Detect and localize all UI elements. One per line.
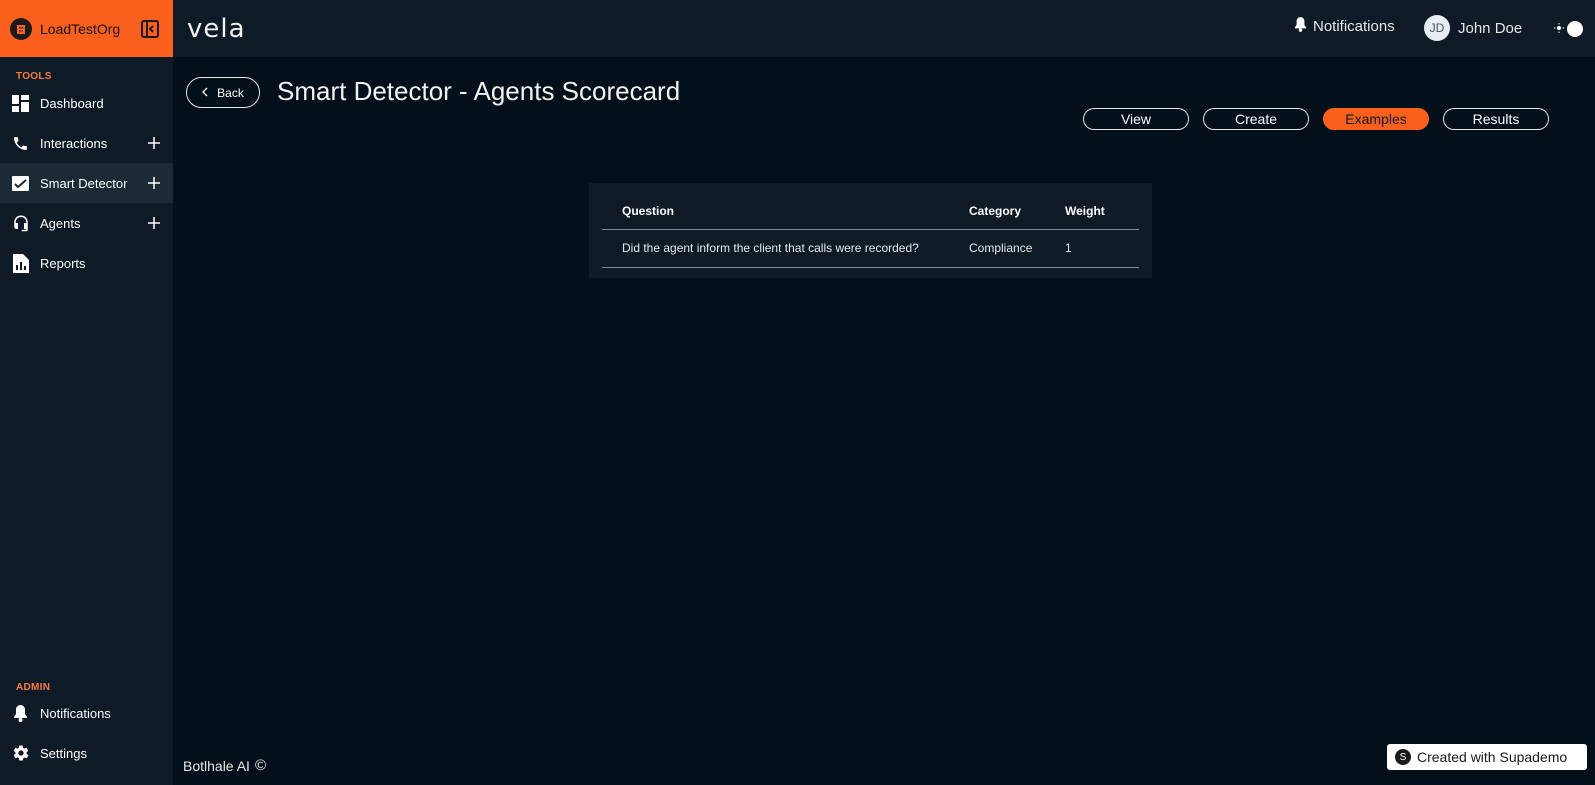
add-agent-icon[interactable] xyxy=(147,216,161,230)
phone-icon xyxy=(11,134,30,153)
tab-results[interactable]: Results xyxy=(1443,108,1549,130)
sidebar-item-label: Reports xyxy=(40,255,86,271)
tools-section-label: TOOLS xyxy=(16,71,52,82)
column-header-category: Category xyxy=(949,193,1055,230)
headset-icon xyxy=(11,214,30,233)
user-menu[interactable]: JD John Doe xyxy=(1424,15,1522,41)
notifications-button[interactable]: Notifications xyxy=(1294,17,1395,36)
footer-company: Botlhale AI xyxy=(183,757,250,774)
org-switcher[interactable]: LoadTestOrg xyxy=(0,0,173,57)
tab-create[interactable]: Create xyxy=(1203,108,1309,130)
toggle-knob xyxy=(1567,21,1583,37)
sidebar-item-label: Settings xyxy=(40,745,87,761)
notifications-label: Notifications xyxy=(1313,18,1395,35)
supademo-badge[interactable]: S Created with Supademo xyxy=(1387,744,1587,770)
tab-view[interactable]: View xyxy=(1083,108,1189,130)
sidebar-item-label: Smart Detector xyxy=(40,175,128,191)
copyright-icon: © xyxy=(254,757,266,774)
table-header-row: Question Category Weight xyxy=(602,193,1139,230)
bell-icon xyxy=(1294,17,1307,36)
sidebar-item-smart-detector[interactable]: Smart Detector xyxy=(0,163,173,203)
admin-section-label: ADMIN xyxy=(16,682,51,693)
column-header-weight: Weight xyxy=(1055,193,1139,230)
theme-toggle[interactable] xyxy=(1554,20,1583,38)
bell-icon xyxy=(11,704,30,723)
examples-table: Question Category Weight Did the agent i… xyxy=(602,193,1139,268)
examples-table-card: Question Category Weight Did the agent i… xyxy=(589,183,1152,278)
cell-weight: 1 xyxy=(1055,229,1139,268)
supademo-label: Created with Supademo xyxy=(1417,749,1568,765)
sidebar-item-label: Dashboard xyxy=(40,95,104,111)
sidebar-item-label: Interactions xyxy=(40,135,108,151)
sidebar-item-reports[interactable]: Reports xyxy=(0,243,173,283)
brand-logo: vela xyxy=(187,14,246,44)
page-title: Smart Detector - Agents Scorecard xyxy=(277,76,681,106)
org-name: LoadTestOrg xyxy=(40,20,121,37)
sidebar-item-notifications[interactable]: Notifications xyxy=(0,693,173,733)
sidebar-item-label: Notifications xyxy=(40,705,111,721)
back-label: Back xyxy=(217,85,244,100)
back-button[interactable]: Back xyxy=(186,77,260,108)
footer-copyright: Botlhale AI © xyxy=(183,757,266,774)
chart-check-icon xyxy=(11,174,30,193)
supademo-logo-icon: S xyxy=(1395,749,1411,765)
tab-examples[interactable]: Examples xyxy=(1323,108,1429,130)
cell-category: Compliance xyxy=(949,229,1055,268)
report-icon xyxy=(11,253,30,273)
org-building-icon xyxy=(10,17,32,40)
cell-question: Did the agent inform the client that cal… xyxy=(602,229,949,268)
top-bar: vela Notifications JD John Doe xyxy=(173,0,1595,57)
sidebar: LoadTestOrg TOOLS Dashboard Interactions… xyxy=(0,0,173,785)
chevron-left-icon xyxy=(202,86,209,100)
sidebar-item-agents[interactable]: Agents xyxy=(0,203,173,243)
sidebar-item-settings[interactable]: Settings xyxy=(0,733,173,773)
user-name: John Doe xyxy=(1458,19,1523,37)
sun-icon xyxy=(1554,20,1564,38)
table-row[interactable]: Did the agent inform the client that cal… xyxy=(602,229,1139,268)
dashboard-icon xyxy=(11,94,30,113)
add-smart-detector-icon[interactable] xyxy=(147,176,161,190)
gear-icon xyxy=(11,744,30,763)
collapse-sidebar-icon[interactable] xyxy=(140,19,160,39)
column-header-question: Question xyxy=(602,193,949,230)
add-interaction-icon[interactable] xyxy=(147,136,161,150)
sidebar-item-dashboard[interactable]: Dashboard xyxy=(0,83,173,123)
avatar: JD xyxy=(1424,15,1450,41)
sidebar-item-interactions[interactable]: Interactions xyxy=(0,123,173,163)
sidebar-item-label: Agents xyxy=(40,215,81,231)
